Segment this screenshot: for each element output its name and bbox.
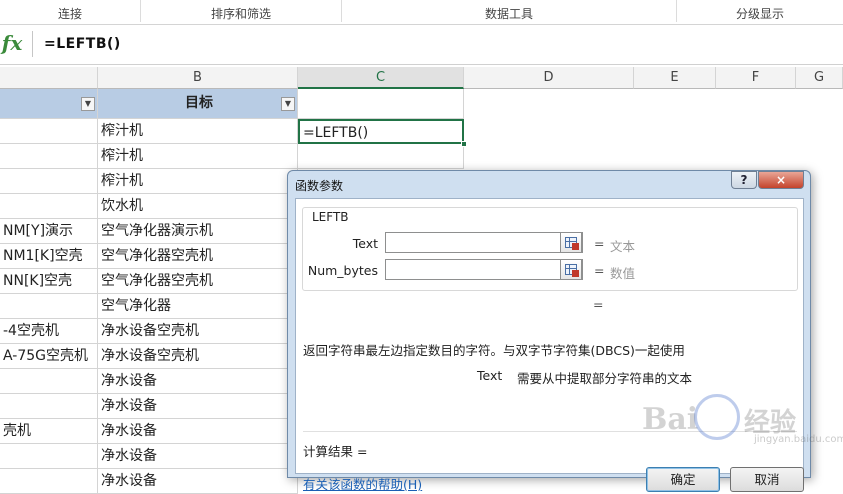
filter-dropdown-icon[interactable]: ▼ xyxy=(81,97,95,111)
cell-a[interactable] xyxy=(0,369,98,394)
cell-a[interactable]: NM[Y]演示 xyxy=(0,219,98,244)
range-select-icon[interactable] xyxy=(560,232,582,253)
cell-b[interactable]: 空气净化器空壳机 xyxy=(98,269,298,294)
function-help-link[interactable]: 有关该函数的帮助(H) xyxy=(303,474,422,493)
cell-a[interactable] xyxy=(0,469,98,494)
num-bytes-arg-input[interactable] xyxy=(385,259,583,280)
column-header-c[interactable]: C xyxy=(298,67,464,89)
formula-input[interactable]: =LEFTB() xyxy=(44,36,121,52)
ribbon-group-labels: 连接 排序和筛选 数据工具 分级显示 xyxy=(0,0,843,25)
dialog-body: LEFTB Text = 文本 Num_bytes = 数值 = 返回字符串最左… xyxy=(295,198,804,492)
ribbon-group-outline: 分级显示 xyxy=(735,7,784,21)
arg-description-text: 需要从中提取部分字符串的文本 xyxy=(517,371,693,386)
dialog-help-button[interactable]: ? xyxy=(731,171,757,189)
cell-b[interactable]: 饮水机 xyxy=(98,194,298,219)
cell-a[interactable] xyxy=(0,194,98,219)
cell-b[interactable]: 净水设备空壳机 xyxy=(98,319,298,344)
arg-type-hint-number: 数值 xyxy=(610,266,636,281)
formula-bar: fx =LEFTB() xyxy=(0,25,843,65)
column-header-d[interactable]: D xyxy=(464,67,634,89)
dialog-close-button[interactable]: × xyxy=(758,171,804,189)
table-row: 榨汁机 =LEFTB() xyxy=(0,119,843,144)
arg-label-text: Text xyxy=(352,236,378,251)
cell-b[interactable]: 榨汁机 xyxy=(98,169,298,194)
formula-result-label: 计算结果 = xyxy=(303,444,368,459)
column-header-f[interactable]: F xyxy=(716,67,796,89)
ribbon-group-sort-filter: 排序和筛选 xyxy=(210,7,271,21)
cell-b[interactable]: 空气净化器空壳机 xyxy=(98,244,298,269)
function-result-equals: = xyxy=(593,297,604,312)
column-header-g[interactable]: G xyxy=(796,67,843,89)
header-cell-c[interactable] xyxy=(298,89,464,119)
header-cell-b[interactable]: 目标 ▼ xyxy=(98,89,298,119)
function-description: 返回字符串最左边指定数目的字符。与双字节字符集(DBCS)一起使用 xyxy=(303,343,685,358)
cell-b[interactable]: 净水设备 xyxy=(98,469,298,494)
ok-button[interactable]: 确定 xyxy=(646,467,720,492)
filter-dropdown-icon[interactable]: ▼ xyxy=(281,97,295,111)
table-row: 榨汁机 xyxy=(0,144,843,169)
cell-a[interactable]: NN[K]空壳 xyxy=(0,269,98,294)
cancel-button[interactable]: 取消 xyxy=(730,467,804,492)
arg-description-name: Text xyxy=(477,368,503,383)
ribbon-group-data-tools: 数据工具 xyxy=(484,7,533,21)
arg-equals: = xyxy=(594,263,605,278)
dialog-title: 函数参数 xyxy=(295,179,344,193)
arg-type-hint-text: 文本 xyxy=(610,239,636,254)
cell-a[interactable] xyxy=(0,144,98,169)
cell-b[interactable]: 空气净化器 xyxy=(98,294,298,319)
cell-b[interactable]: 净水设备 xyxy=(98,419,298,444)
active-cell-c[interactable]: =LEFTB() xyxy=(298,119,464,144)
formula-bar-divider xyxy=(32,31,33,57)
column-header-b[interactable]: B xyxy=(98,67,298,89)
ribbon-group-connections: 连接 xyxy=(57,7,82,21)
cell-a[interactable]: A-75G空壳机 xyxy=(0,344,98,369)
cell-a[interactable] xyxy=(0,444,98,469)
cell-b[interactable]: 净水设备 xyxy=(98,444,298,469)
column-header-e[interactable]: E xyxy=(634,67,716,89)
cell-a[interactable] xyxy=(0,294,98,319)
cell-a[interactable] xyxy=(0,119,98,144)
arg-label-num-bytes: Num_bytes xyxy=(307,263,378,278)
result-divider xyxy=(303,431,797,432)
fill-handle[interactable] xyxy=(461,141,467,147)
cell-a[interactable]: -4空壳机 xyxy=(0,319,98,344)
range-select-icon[interactable] xyxy=(560,259,582,280)
column-header-a[interactable] xyxy=(0,67,98,89)
insert-function-icon[interactable]: fx xyxy=(0,31,24,55)
cell-a[interactable]: NM1[K]空壳 xyxy=(0,244,98,269)
header-cell-a[interactable]: ▼ xyxy=(0,89,98,119)
arguments-group: LEFTB Text = 文本 Num_bytes = 数值 xyxy=(302,207,798,291)
function-arguments-dialog: 函数参数 ? × LEFTB Text = 文本 Num_bytes = 数值 … xyxy=(287,170,811,492)
text-arg-input[interactable] xyxy=(385,232,583,253)
cell-b[interactable]: 空气净化器演示机 xyxy=(98,219,298,244)
cell-c[interactable] xyxy=(298,144,464,169)
cell-b[interactable]: 榨汁机 xyxy=(98,144,298,169)
cell-a[interactable] xyxy=(0,169,98,194)
table-header-row: ▼ 目标 ▼ xyxy=(0,89,843,119)
cell-b[interactable]: 榨汁机 xyxy=(98,119,298,144)
arg-equals: = xyxy=(594,236,605,251)
cell-a[interactable] xyxy=(0,394,98,419)
cell-b[interactable]: 净水设备 xyxy=(98,394,298,419)
header-label-target: 目标 xyxy=(185,95,213,111)
function-name-label: LEFTB xyxy=(310,210,351,224)
cell-a[interactable]: 壳机 xyxy=(0,419,98,444)
cell-b[interactable]: 净水设备 xyxy=(98,369,298,394)
cell-b[interactable]: 净水设备空壳机 xyxy=(98,344,298,369)
